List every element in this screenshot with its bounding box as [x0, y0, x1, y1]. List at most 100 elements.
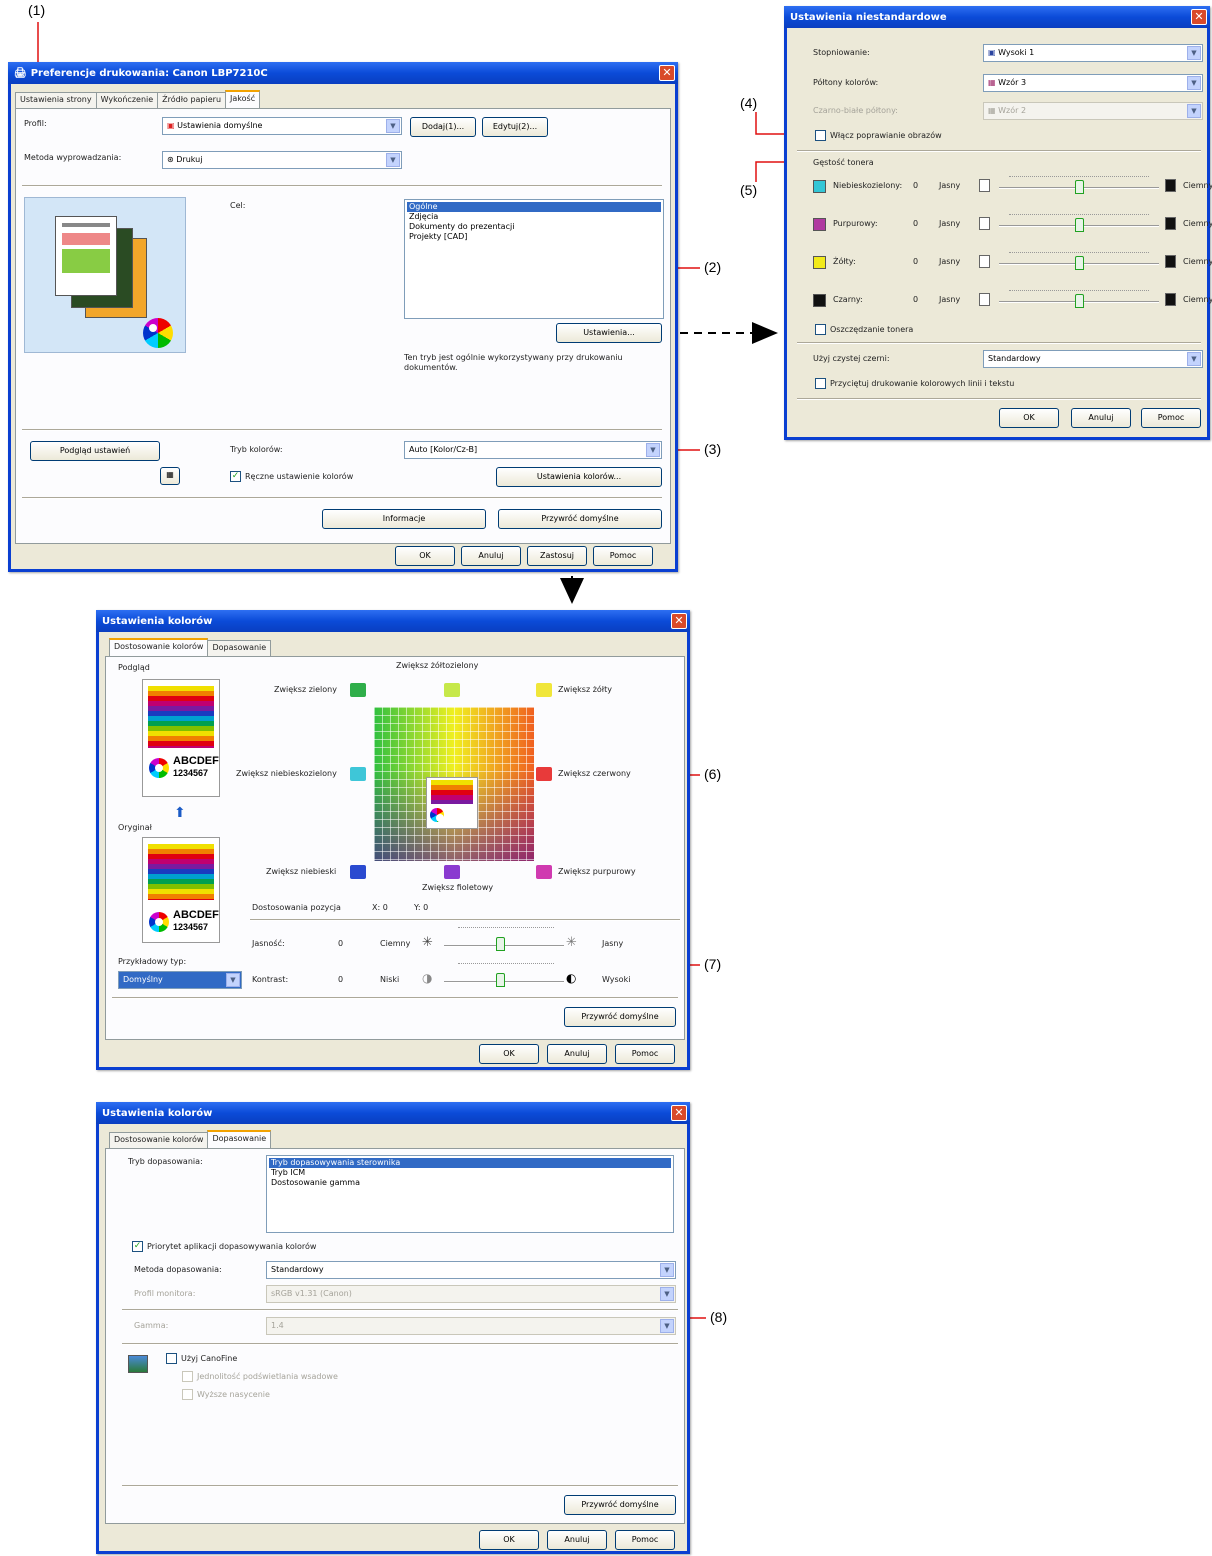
toner-name: Żółty:	[833, 257, 856, 266]
dark-label: Ciemny	[1183, 295, 1212, 304]
close-icon[interactable]: ✕	[1191, 9, 1207, 25]
canofine-option1-checkbox[interactable]	[182, 1371, 193, 1382]
increase-green-button[interactable]	[350, 683, 366, 697]
list-item[interactable]: Ogólne	[407, 202, 661, 212]
slider-ticks	[1009, 252, 1149, 255]
toner-row: Purpurowy: 0 Jasny Ciemny	[813, 214, 1212, 244]
edit-profile-button[interactable]: Edytuj(2)...	[482, 117, 548, 137]
increase-red-button[interactable]	[536, 767, 552, 781]
manual-color-checkbox[interactable]: ✓	[230, 471, 241, 482]
toner-name: Czarny:	[833, 295, 863, 304]
black-density-slider[interactable]	[1075, 294, 1084, 308]
magenta-density-slider[interactable]	[1075, 218, 1084, 232]
cancel-button[interactable]: Anuluj	[461, 546, 521, 566]
cancel-button[interactable]: Anuluj	[547, 1530, 607, 1550]
monitor-profile-select[interactable]: sRGB v1.31 (Canon) ▼	[266, 1285, 676, 1303]
tab-paper-source[interactable]: Źródło papieru	[157, 92, 227, 108]
pure-black-select[interactable]: Standardowy ▼	[983, 350, 1203, 368]
contrast-value: 0	[338, 975, 344, 984]
list-item[interactable]: Tryb ICM	[269, 1168, 671, 1178]
list-item[interactable]: Zdjęcia	[407, 212, 661, 222]
restore-defaults-button[interactable]: Przywróć domyślne	[564, 1495, 676, 1515]
restore-defaults-button[interactable]: Przywróć domyślne	[498, 509, 662, 529]
color-settings-button[interactable]: Ustawienia kolorów...	[496, 467, 662, 487]
position-label: Dostosowania pozycja	[252, 903, 341, 912]
output-method-select[interactable]: ⊛ Drukuj ▼	[162, 151, 402, 169]
matching-mode-list[interactable]: Tryb dopasowywania sterownika Tryb ICM D…	[266, 1155, 674, 1233]
chevron-down-icon: ▼	[1187, 104, 1201, 118]
ok-button[interactable]: OK	[479, 1530, 539, 1550]
original-sample: ABCDEF 1234567	[142, 837, 220, 943]
matching-method-select[interactable]: Standardowy ▼	[266, 1261, 676, 1279]
close-icon[interactable]: ✕	[659, 65, 675, 81]
increase-blue-button[interactable]	[350, 865, 366, 879]
help-button[interactable]: Pomoc	[615, 1044, 675, 1064]
sample-text-2: 1234567	[173, 922, 209, 932]
help-button[interactable]: Pomoc	[1141, 408, 1201, 428]
custom-settings-button[interactable]: Ustawienia...	[556, 323, 662, 343]
increase-violet-button[interactable]	[444, 865, 460, 879]
list-item[interactable]: Tryb dopasowywania sterownika	[269, 1158, 671, 1168]
apply-button[interactable]: Zastosuj	[527, 546, 587, 566]
help-button[interactable]: Pomoc	[593, 546, 653, 566]
tab-color-adjustment[interactable]: Dostosowanie kolorów	[109, 638, 209, 656]
objective-list[interactable]: Ogólne Zdjęcia Dokumenty do prezentacji …	[404, 199, 664, 319]
close-icon[interactable]: ✕	[671, 613, 687, 629]
image-refinement-checkbox[interactable]	[815, 130, 826, 141]
settings-info-icon[interactable]: ▦	[160, 467, 180, 485]
tab-page-setup[interactable]: Ustawienia strony	[15, 92, 97, 108]
divider	[112, 997, 678, 999]
profile-select[interactable]: ▣ Ustawienia domyślne ▼	[162, 117, 402, 135]
chevron-down-icon: ▼	[660, 1287, 674, 1301]
toner-row: Żółty: 0 Jasny Ciemny	[813, 252, 1212, 282]
information-button[interactable]: Informacje	[322, 509, 486, 529]
light-label: Jasny	[939, 181, 961, 190]
color-halftone-select[interactable]: ▦ Wzór 3 ▼	[983, 74, 1203, 92]
mono-halftone-select[interactable]: ▦ Wzór 2 ▼	[983, 102, 1203, 120]
view-settings-button[interactable]: Podgląd ustawień	[30, 441, 160, 461]
dark-page-icon	[1165, 217, 1176, 230]
increase-magenta-button[interactable]	[536, 865, 552, 879]
list-item[interactable]: Projekty [CAD]	[407, 232, 661, 242]
list-item[interactable]: Dokumenty do prezentacji	[407, 222, 661, 232]
canofine-checkbox[interactable]	[166, 1353, 177, 1364]
add-profile-button[interactable]: Dodaj(1)...	[410, 117, 476, 137]
tab-matching[interactable]: Dopasowanie	[207, 1130, 272, 1148]
tab-finishing[interactable]: Wykończenie	[95, 92, 159, 108]
cyan-swatch	[813, 180, 826, 193]
gamma-select[interactable]: 1.4 ▼	[266, 1317, 676, 1335]
gradation-select[interactable]: ▣ Wysoki 1 ▼	[983, 44, 1203, 62]
chevron-down-icon: ▼	[386, 153, 400, 167]
callout-5: (5)	[740, 182, 758, 198]
list-item[interactable]: Dostosowanie gamma	[269, 1178, 671, 1188]
toner-save-checkbox[interactable]	[815, 324, 826, 335]
restore-defaults-button[interactable]: Przywróć domyślne	[564, 1007, 676, 1027]
brightness-slider[interactable]	[496, 937, 505, 951]
color-mode-label: Tryb kolorów:	[230, 445, 283, 454]
increase-yellow-button[interactable]	[536, 683, 552, 697]
sample-type-select[interactable]: Domyślny ▼	[118, 971, 242, 989]
ok-button[interactable]: OK	[999, 408, 1059, 428]
dark-label: Ciemny	[1183, 181, 1212, 190]
callout-4: (4)	[740, 95, 758, 111]
cancel-button[interactable]: Anuluj	[547, 1044, 607, 1064]
tab-color-adjustment[interactable]: Dostosowanie kolorów	[109, 1132, 209, 1148]
increase-yellowgreen-button[interactable]	[444, 683, 460, 697]
cancel-button[interactable]: Anuluj	[1071, 408, 1131, 428]
magenta-swatch	[813, 218, 826, 231]
yellow-density-slider[interactable]	[1075, 256, 1084, 270]
light-page-icon	[979, 217, 990, 230]
thin-lines-checkbox[interactable]	[815, 378, 826, 389]
canofine-option2-checkbox[interactable]	[182, 1389, 193, 1400]
tab-matching[interactable]: Dopasowanie	[207, 640, 272, 656]
color-mode-select[interactable]: Auto [Kolor/Cz-B] ▼	[404, 441, 662, 459]
tab-quality[interactable]: Jakość	[225, 90, 261, 108]
help-button[interactable]: Pomoc	[615, 1530, 675, 1550]
ok-button[interactable]: OK	[395, 546, 455, 566]
contrast-slider[interactable]	[496, 973, 505, 987]
ok-button[interactable]: OK	[479, 1044, 539, 1064]
increase-cyan-button[interactable]	[350, 767, 366, 781]
cyan-density-slider[interactable]	[1075, 180, 1084, 194]
app-matching-checkbox[interactable]: ✓	[132, 1241, 143, 1252]
close-icon[interactable]: ✕	[671, 1105, 687, 1121]
